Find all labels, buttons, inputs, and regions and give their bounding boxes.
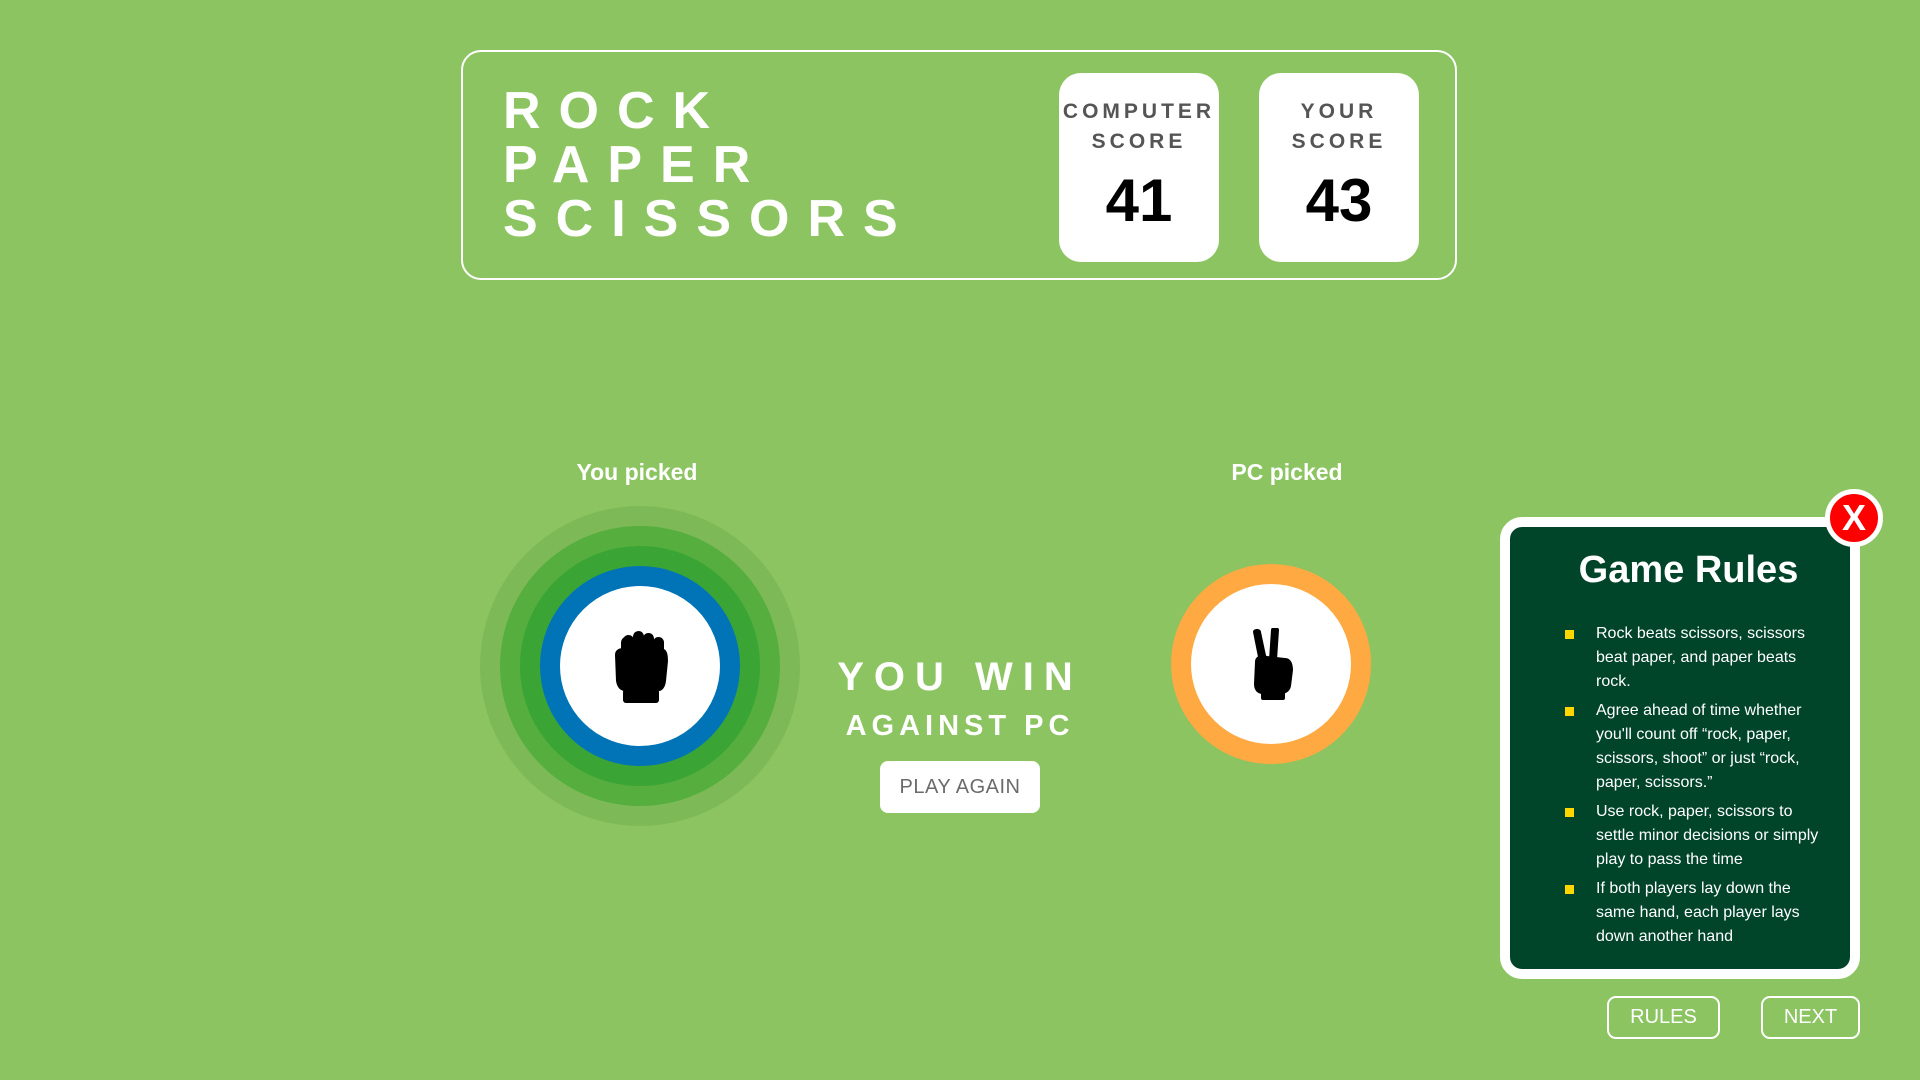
scoreboard: ROCK PAPER SCISSORS COMPUTER SCORE 41 YO… bbox=[461, 50, 1457, 280]
close-rules-button[interactable]: X bbox=[1825, 489, 1883, 547]
rule-text: Rock beats scissors, scissors beat paper… bbox=[1596, 625, 1805, 690]
title-line-paper: PAPER bbox=[503, 136, 769, 194]
computer-score-label: COMPUTER SCORE bbox=[1062, 100, 1216, 153]
pc-picked-label: PC picked bbox=[1231, 459, 1343, 485]
rule-item: Rock beats scissors, scissors beat paper… bbox=[1565, 622, 1820, 694]
rule-item: If both players lay down the same hand, … bbox=[1565, 877, 1820, 949]
player-score-value: 43 bbox=[1305, 167, 1373, 234]
rules-panel: Game Rules Rock beats scissors, scissors… bbox=[1500, 517, 1860, 979]
title-line-rock: ROCK bbox=[503, 82, 729, 140]
you-picked-label: You picked bbox=[576, 459, 698, 485]
title-line-scissors: SCISSORS bbox=[503, 190, 916, 248]
result-headline: YOU WIN bbox=[837, 655, 1083, 699]
computer-score-card: COMPUTER SCORE 41 bbox=[1059, 73, 1219, 262]
bullet-square-icon bbox=[1565, 885, 1574, 894]
rock-fist-icon bbox=[615, 631, 668, 703]
rule-item: Use rock, paper, scissors to settle mino… bbox=[1565, 800, 1820, 872]
computer-score-value: 41 bbox=[1105, 167, 1173, 234]
bullet-square-icon bbox=[1565, 630, 1574, 639]
play-again-button[interactable]: PLAY AGAIN bbox=[880, 761, 1040, 813]
scissors-hand-icon bbox=[1253, 628, 1293, 700]
bullet-square-icon bbox=[1565, 808, 1574, 817]
bullet-square-icon bbox=[1565, 707, 1574, 716]
result-block: YOU WIN AGAINST PC PLAY AGAIN bbox=[760, 652, 1160, 813]
rule-item: Agree ahead of time whether you'll count… bbox=[1565, 699, 1820, 795]
rules-button[interactable]: RULES bbox=[1607, 996, 1720, 1039]
game-title: ROCK PAPER SCISSORS bbox=[503, 84, 916, 246]
rule-text: If both players lay down the same hand, … bbox=[1596, 880, 1800, 945]
result-subline: AGAINST PC bbox=[845, 710, 1075, 742]
rules-list: Rock beats scissors, scissors beat paper… bbox=[1565, 622, 1820, 949]
rules-title: Game Rules bbox=[1578, 549, 1799, 591]
rule-text: Agree ahead of time whether you'll count… bbox=[1596, 702, 1802, 791]
player-score-label: YOUR SCORE bbox=[1291, 100, 1387, 153]
rule-text: Use rock, paper, scissors to settle mino… bbox=[1596, 803, 1819, 868]
player-score-card: YOUR SCORE 43 bbox=[1259, 73, 1419, 262]
player-choice-rock bbox=[540, 566, 740, 766]
pc-choice-scissors bbox=[1171, 564, 1371, 764]
next-button[interactable]: NEXT bbox=[1761, 996, 1860, 1039]
